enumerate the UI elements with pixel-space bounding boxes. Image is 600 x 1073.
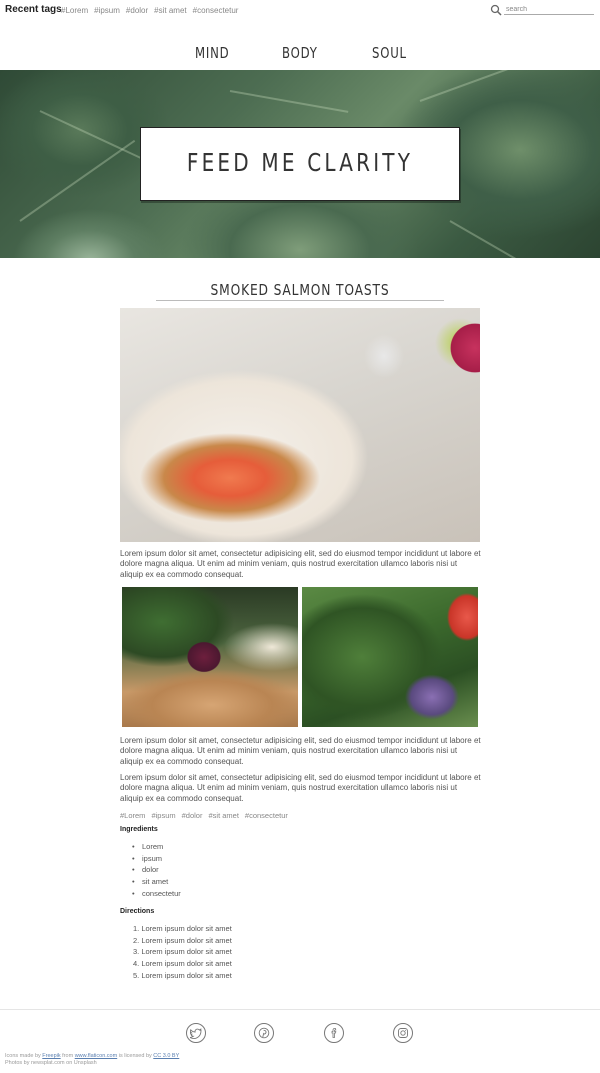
site-title: FEED ME CLARITY [186, 148, 414, 177]
instagram-icon [398, 1028, 408, 1038]
freepik-link[interactable]: Freepik [42, 1053, 60, 1059]
title-divider [156, 300, 444, 301]
facebook-link[interactable] [324, 1023, 344, 1043]
twitter-link[interactable] [186, 1023, 206, 1043]
pinterest-link[interactable] [254, 1023, 274, 1043]
post-tags: #Lorem #ipsum #dolor #sit amet #consecte… [120, 811, 288, 820]
list-item: 3. Lorem ipsum dolor sit amet [133, 947, 232, 957]
footer-divider [0, 1009, 600, 1010]
tag-link[interactable]: #ipsum [151, 811, 175, 820]
search-icon[interactable] [490, 4, 502, 16]
list-item: 4. Lorem ipsum dolor sit amet [133, 959, 232, 969]
twitter-icon [190, 1028, 202, 1039]
icon-credit-line: Icons made by Freepik from www.flaticon.… [5, 1053, 180, 1059]
instagram-link[interactable] [393, 1023, 413, 1043]
post-title: SMOKED SALMON TOASTS [210, 281, 390, 299]
list-item: consectetur [132, 888, 181, 900]
salmon-toast-photo [120, 308, 480, 542]
directions-list: 1. Lorem ipsum dolor sit amet 2. Lorem i… [133, 923, 232, 982]
footer-credits: Icons made by Freepik from www.flaticon.… [5, 1053, 179, 1067]
list-item: 2. Lorem ipsum dolor sit amet [133, 935, 232, 945]
tag-link[interactable]: #Lorem [61, 6, 88, 15]
list-item: sit amet [132, 876, 181, 888]
post-paragraph: Lorem ipsum dolor sit amet, consectetur … [120, 773, 481, 803]
ingredients-list: Lorem ipsum dolor sit amet consectetur [132, 841, 181, 900]
hero-banner: FEED ME CLARITY [0, 70, 600, 258]
tag-link[interactable]: #dolor [182, 811, 203, 820]
tag-link[interactable]: #sit amet [208, 811, 238, 820]
directions-heading: Directions [120, 908, 155, 915]
nav-item-body[interactable]: BODY [282, 44, 318, 62]
recent-tags-label: Recent tags [5, 4, 62, 15]
list-item: ipsum [132, 853, 181, 865]
hero-title-box: FEED ME CLARITY [140, 127, 460, 201]
photo-credit-line: Photos by newsplat.com on Unsplash [5, 1060, 97, 1066]
ingredients-heading: Ingredients [120, 826, 158, 833]
tag-link[interactable]: #consectetur [193, 6, 239, 15]
list-item: 1. Lorem ipsum dolor sit amet [133, 924, 232, 933]
pinterest-icon [258, 1027, 270, 1039]
tag-link[interactable]: #Lorem [120, 811, 145, 820]
flaticon-link[interactable]: www.flaticon.com [75, 1053, 118, 1059]
nav-item-soul[interactable]: SOUL [372, 44, 407, 62]
recent-tags-list: #Lorem #ipsum #dolor #sit amet #consecte… [61, 6, 238, 15]
search-input[interactable] [504, 4, 594, 15]
post-paragraph: Lorem ipsum dolor sit amet, consectetur … [120, 736, 481, 766]
top-bar: Recent tags #Lorem #ipsum #dolor #sit am… [0, 0, 600, 22]
tag-link[interactable]: #sit amet [154, 6, 186, 15]
main-nav: MIND BODY SOUL [0, 44, 600, 66]
list-item: dolor [132, 864, 181, 876]
tag-link[interactable]: #ipsum [94, 6, 120, 15]
herbs-photo [302, 587, 478, 727]
facebook-icon [331, 1028, 337, 1038]
list-item: Lorem [132, 841, 181, 853]
list-item: 5. Lorem ipsum dolor sit amet [133, 970, 232, 980]
tag-link[interactable]: #consectetur [245, 811, 288, 820]
nav-item-mind[interactable]: MIND [195, 44, 229, 62]
tag-link[interactable]: #dolor [126, 6, 148, 15]
post-paragraph: Lorem ipsum dolor sit amet, consectetur … [120, 549, 481, 579]
onion-pepper-photo [122, 587, 298, 727]
license-link[interactable]: CC 3.0 BY [153, 1053, 179, 1059]
